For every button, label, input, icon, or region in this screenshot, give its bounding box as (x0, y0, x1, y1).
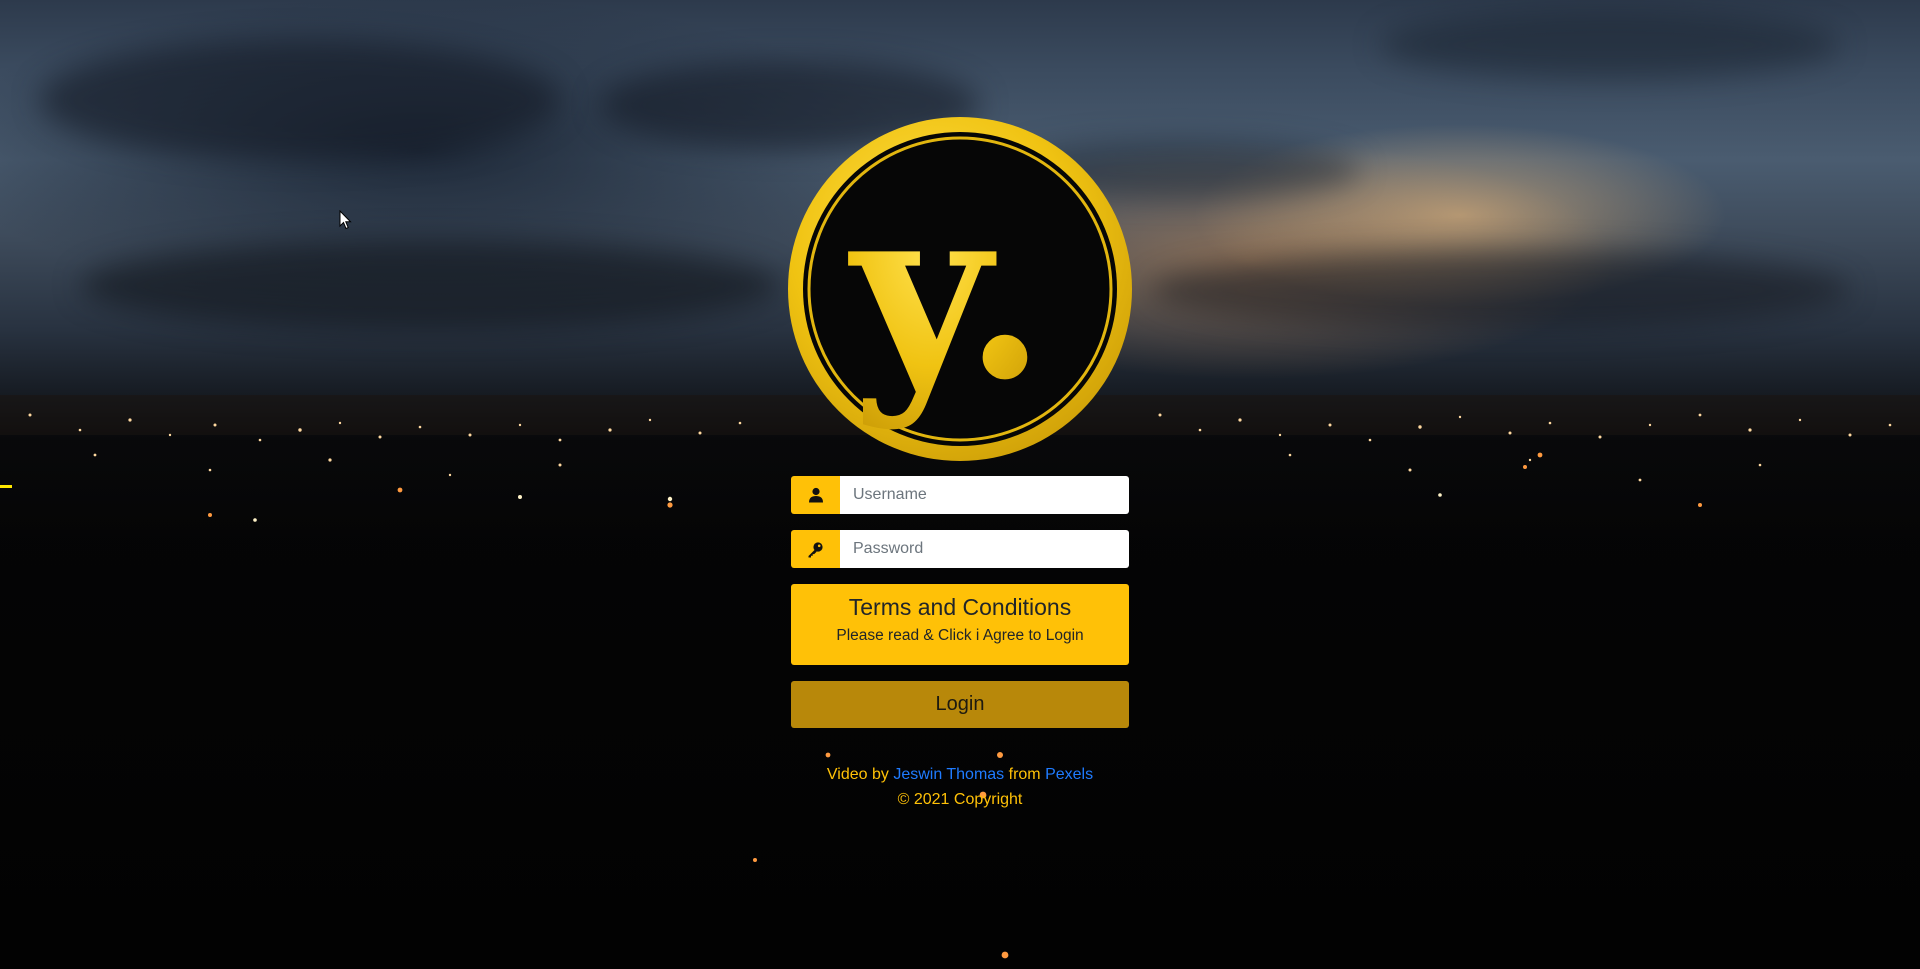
key-icon (791, 530, 840, 568)
video-by-label: Video by (826, 766, 889, 783)
login-form: Terms and Conditions Please read & Click… (791, 476, 1129, 728)
username-input[interactable] (840, 476, 1129, 514)
brand-logo: y. (787, 116, 1133, 462)
video-credit: Video by Jeswin Thomas from Pexels (660, 762, 1260, 787)
background-video: y. Terms and Condition (0, 0, 1920, 969)
from-label: from (1008, 766, 1041, 783)
logo-letter: y. (847, 151, 1046, 433)
footer-credits: Video by Jeswin Thomas from Pexels © 202… (660, 762, 1260, 812)
login-button[interactable]: Login (791, 681, 1129, 728)
cloud (80, 240, 780, 330)
user-icon (791, 476, 840, 514)
terms-and-conditions-button[interactable]: Terms and Conditions Please read & Click… (791, 584, 1129, 665)
password-group (791, 530, 1129, 568)
cloud (40, 40, 560, 160)
author-link[interactable]: Jeswin Thomas (893, 766, 1004, 783)
terms-title: Terms and Conditions (848, 594, 1072, 620)
mouse-cursor-icon (339, 210, 352, 230)
cloud (1150, 250, 1850, 330)
cloud (1380, 10, 1840, 80)
password-input[interactable] (840, 530, 1129, 568)
pexels-link[interactable]: Pexels (1045, 766, 1093, 783)
terms-subtitle: Please read & Click i Agree to Login (836, 627, 1084, 644)
username-group (791, 476, 1129, 514)
copyright-text: © 2021 Copyright (897, 791, 1023, 808)
